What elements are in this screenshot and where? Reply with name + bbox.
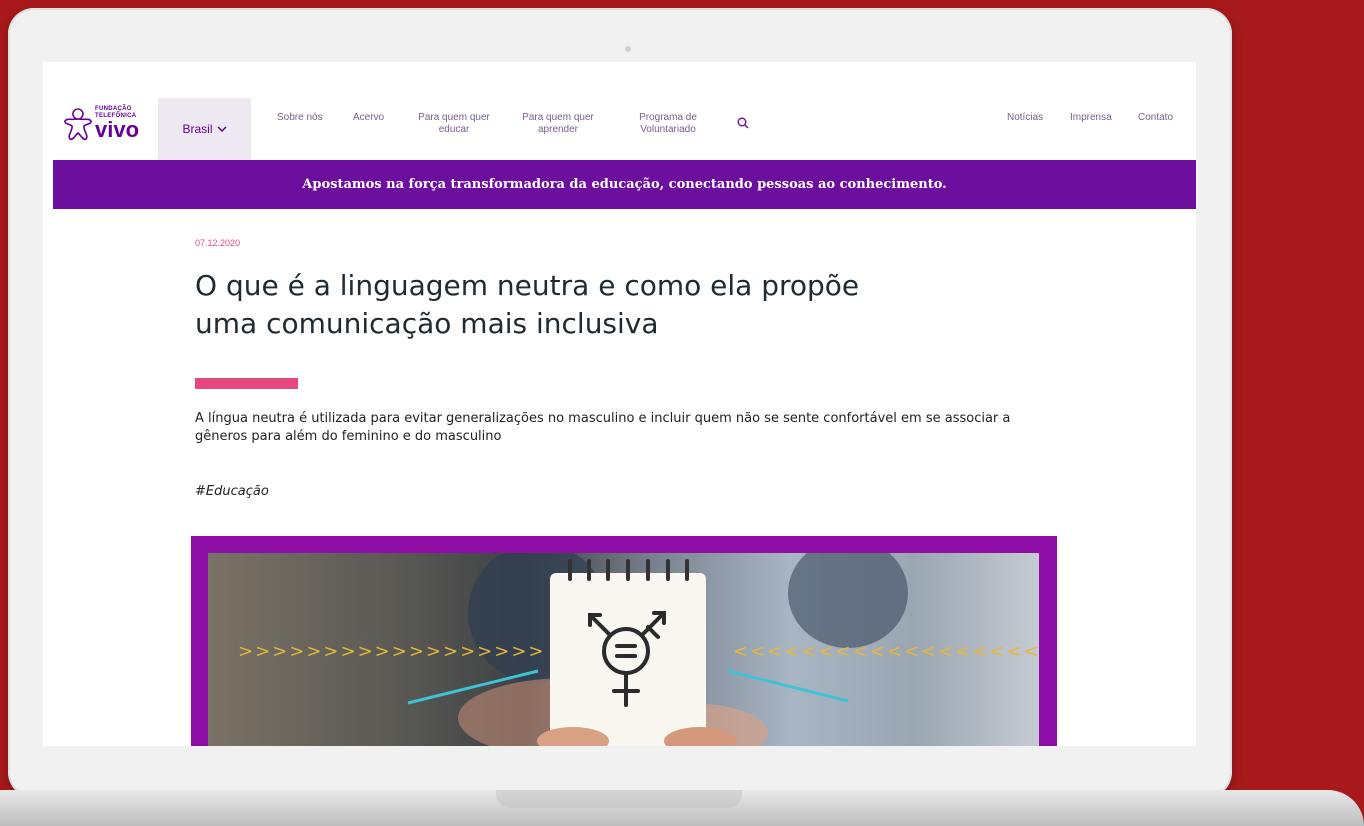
site-header: FUNDAÇÃO TELEFÔNICA vivo Brasil Sobre nó… — [43, 62, 1196, 160]
article-date: 07.12.2020 — [195, 238, 241, 248]
title-accent-bar — [195, 378, 298, 389]
article-title-line-2: uma comunicação mais inclusiva — [195, 307, 659, 340]
nav-noticias[interactable]: Notícias — [1007, 112, 1043, 124]
article-title: O que é a linguagem neutra e como ela pr… — [195, 267, 955, 343]
hero-right-arrows: <<<<<<<<<<<<<<<<<< — [733, 641, 1039, 662]
search-icon[interactable] — [737, 116, 749, 134]
notepad-rings — [568, 559, 689, 581]
nav-para-quem-quer-educar[interactable]: Para quem quer educar — [411, 112, 497, 136]
country-selector[interactable]: Brasil — [158, 98, 251, 160]
hero-image: >>>>>>>>>>>>>>>>>> <<<<<<<<<<<<<<<<<< — [208, 553, 1039, 746]
laptop-notch — [496, 790, 742, 808]
browser-viewport: FUNDAÇÃO TELEFÔNICA vivo Brasil Sobre nó… — [43, 62, 1196, 746]
hero-cyan-line-right — [727, 669, 849, 703]
article-tag[interactable]: #Educação — [195, 484, 269, 499]
logo-figure-icon — [64, 108, 92, 141]
article-summary: A língua neutra é utilizada para evitar … — [195, 411, 1011, 444]
logo-wordmark: vivo — [95, 117, 140, 142]
laptop-camera — [625, 46, 631, 52]
hero-notepad — [550, 573, 706, 746]
nav-para-quem-quer-aprender[interactable]: Para quem quer aprender — [519, 112, 597, 136]
nav-contato[interactable]: Contato — [1138, 112, 1173, 124]
chevron-down-icon — [216, 126, 227, 133]
hero-left-arrows: >>>>>>>>>>>>>>>>>> — [238, 641, 545, 662]
mission-banner-text: Apostamos na força transformadora da edu… — [302, 177, 947, 192]
article-title-line-1: O que é a linguagem neutra e como ela pr… — [195, 269, 860, 302]
nav-sobre-nos[interactable]: Sobre nós — [277, 112, 323, 124]
nav-imprensa[interactable]: Imprensa — [1070, 112, 1112, 124]
country-selector-label: Brasil — [182, 122, 213, 136]
hero-image-frame: >>>>>>>>>>>>>>>>>> <<<<<<<<<<<<<<<<<< — [191, 536, 1057, 746]
site-logo[interactable]: FUNDAÇÃO TELEFÔNICA vivo — [63, 104, 155, 148]
logo-line-1: FUNDAÇÃO — [95, 106, 132, 112]
nav-programa-de-voluntariado[interactable]: Programa de Voluntariado — [633, 112, 703, 136]
mission-banner: Apostamos na força transformadora da edu… — [53, 160, 1196, 209]
nav-acervo[interactable]: Acervo — [353, 112, 384, 124]
